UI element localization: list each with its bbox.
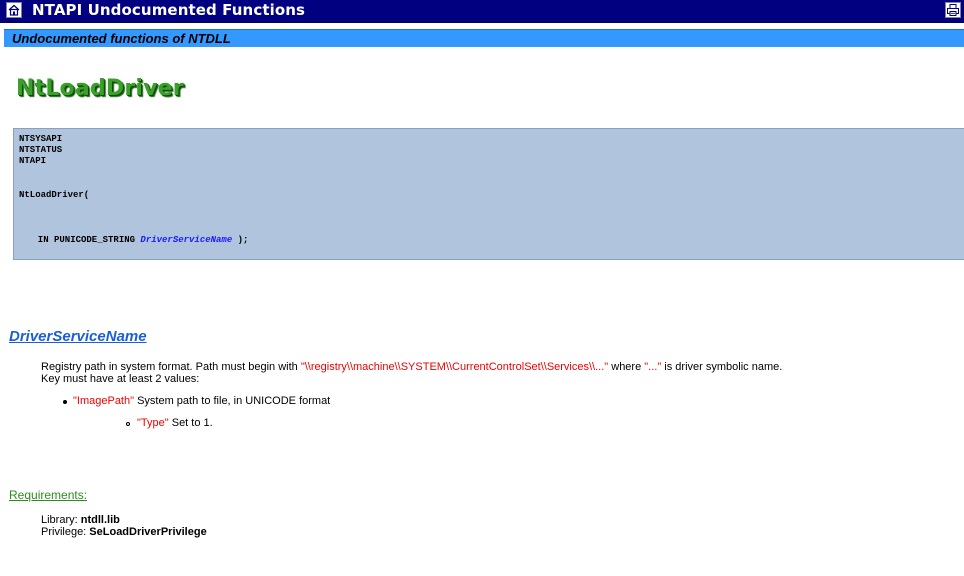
syntax-line: NTSYSAPI (19, 134, 63, 144)
privilege-value: SeLoadDriverPrivilege (89, 526, 207, 538)
bullet-disc (63, 400, 67, 404)
list-item: "Type" Set to 1. (137, 417, 213, 429)
desc-text: is driver symbolic name. (661, 361, 783, 373)
desc-text: where (608, 361, 645, 373)
syntax-param-suffix: ); (232, 235, 249, 245)
desc-text: Registry path in system format. Path mus… (41, 361, 301, 373)
function-name-heading: NtLoadDriver (16, 76, 184, 101)
value-desc: Set to 1. (168, 417, 213, 429)
syntax-block: NTSYSAPI NTSTATUS NTAPI NtLoadDriver( IN… (13, 128, 964, 260)
site-title: NTAPI Undocumented Functions (32, 1, 306, 19)
syntax-param-line: IN PUNICODE_STRING DriverServiceName ); (27, 235, 249, 245)
requirement-library: Library: ntdll.lib (41, 514, 120, 526)
list-item: "ImagePath" System path to file, in UNIC… (73, 395, 330, 407)
parameter-description: Registry path in system format. Path mus… (41, 361, 782, 373)
library-label: Library: (41, 514, 81, 526)
requirement-privilege: Privilege: SeLoadDriverPrivilege (41, 526, 207, 538)
value-key: "Type" (137, 417, 169, 429)
page: NTAPI Undocumented Functions Undocumente… (0, 0, 964, 576)
syntax-param-type: IN PUNICODE_STRING (27, 235, 141, 245)
value-key: "ImagePath" (73, 395, 135, 407)
requirements-heading: Requirements: (9, 488, 88, 502)
section-bar: Undocumented functions of NTDLL (4, 29, 964, 47)
print-icon[interactable] (945, 2, 961, 18)
section-title: Undocumented functions of NTDLL (12, 31, 231, 46)
syntax-call: NtLoadDriver( (19, 190, 90, 200)
syntax-line: NTAPI (19, 156, 47, 166)
syntax-line: NTSTATUS (19, 145, 63, 155)
parameter-heading[interactable]: DriverServiceName (9, 328, 147, 345)
registry-path: "\\registry\\machine\\SYSTEM\\CurrentCon… (300, 361, 609, 373)
title-bar: NTAPI Undocumented Functions (0, 0, 964, 23)
parameter-description-line2: Key must have at least 2 values: (41, 373, 200, 385)
value-desc: System path to file, in UNICODE format (134, 395, 331, 407)
symbolic-name-placeholder: "..." (644, 361, 662, 373)
bullet-circle (126, 422, 130, 426)
syntax-param-name: DriverServiceName (140, 235, 233, 245)
privilege-label: Privilege: (41, 526, 90, 538)
home-icon[interactable] (6, 2, 22, 18)
library-value: ntdll.lib (80, 514, 120, 526)
